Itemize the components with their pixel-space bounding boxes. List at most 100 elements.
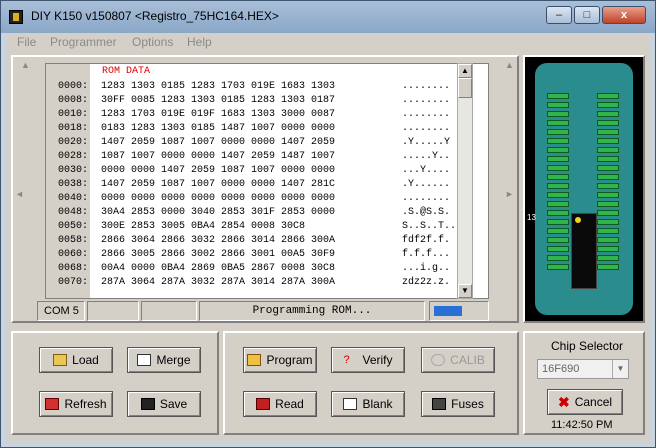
- socket-pin: [597, 210, 619, 216]
- row-address: 0010:: [57, 109, 88, 120]
- load-button[interactable]: Load: [39, 347, 113, 373]
- hex-row: 0058: 2866 3064 2866 3032 2866 3014 2866 …: [46, 234, 486, 248]
- row-address: 0048:: [57, 207, 88, 218]
- row-hex: 1407 2059 1087 1007 0000 0000 1407 2059: [101, 137, 336, 148]
- row-address: 0060:: [57, 249, 88, 260]
- row-address: 0040:: [57, 193, 88, 204]
- socket-pin: [547, 102, 569, 108]
- socket-pin: [547, 237, 569, 243]
- row-ascii: .S.@S.S.: [402, 207, 451, 218]
- fuses-icon: [432, 398, 447, 410]
- save-button[interactable]: Save: [127, 391, 201, 417]
- row-ascii: .Y......: [402, 179, 451, 190]
- arrow-right-icon: ►: [505, 189, 514, 199]
- read-button[interactable]: Read: [243, 391, 317, 417]
- rom-data-header: ROM DATA: [102, 66, 151, 77]
- row-hex: 00A4 0000 0BA4 2869 0BA5 2867 0008 30C8: [101, 263, 336, 274]
- merge-button[interactable]: Merge: [127, 347, 201, 373]
- merge-icon: [137, 354, 152, 366]
- row-hex: 30A4 2853 0000 3040 2853 301F 2853 0000: [101, 207, 336, 218]
- hex-row: 0050: 300E 2853 3005 0BA4 2854 0008 30C8 …: [46, 220, 486, 234]
- socket-pin: [547, 228, 569, 234]
- row-hex: 300E 2853 3005 0BA4 2854 0008 30C8: [101, 221, 312, 232]
- socket-pin: [547, 165, 569, 171]
- calib-button[interactable]: CALIB: [421, 347, 495, 373]
- menu-help[interactable]: Help: [187, 35, 212, 49]
- row-address: 0018:: [57, 123, 88, 134]
- chip-selector-label: Chip Selector: [551, 339, 624, 353]
- socket-pin: [597, 228, 619, 234]
- socket-panel: 13: [523, 55, 645, 323]
- cancel-button[interactable]: ✖ Cancel: [547, 389, 623, 415]
- hex-row: 0008: 30FF 0085 1283 1303 0185 1283 1303 …: [46, 94, 486, 108]
- socket-pin: [597, 219, 619, 225]
- vertical-scrollbar[interactable]: ▲ ▼: [457, 63, 473, 299]
- row-hex: 0000 0000 1407 2059 1087 1007 0000 0000: [101, 165, 336, 176]
- scroll-thumb[interactable]: [458, 78, 472, 98]
- socket-pin: [547, 210, 569, 216]
- row-ascii: ...i.g..: [402, 263, 451, 274]
- verify-button[interactable]: ? Verify: [331, 347, 405, 373]
- socket-pin: [597, 129, 619, 135]
- programmer-buttons-panel: Program ? Verify CALIB Read Blank Fuses: [223, 331, 519, 435]
- socket-pin: [547, 138, 569, 144]
- row-ascii: S..S..T..: [402, 221, 457, 232]
- row-ascii: ........: [402, 109, 451, 120]
- row-address: 0008:: [57, 95, 88, 106]
- socket-pin: [547, 183, 569, 189]
- row-hex: 287A 3064 287A 3032 287A 3014 287A 300A: [101, 277, 336, 288]
- socket-pin: [597, 255, 619, 261]
- floppy-disk-icon: [140, 398, 155, 410]
- socket-pin: [597, 174, 619, 180]
- row-address: 0058:: [57, 235, 88, 246]
- socket-pin: [597, 120, 619, 126]
- socket-pin: [597, 264, 619, 270]
- pin1-marker-icon: [575, 217, 581, 223]
- close-button[interactable]: x: [602, 6, 646, 24]
- row-hex: 1407 2059 1087 1007 0000 0000 1407 281C: [101, 179, 336, 190]
- scroll-up-button[interactable]: ▲: [458, 64, 472, 78]
- refresh-icon: [45, 398, 60, 410]
- socket-pin: [547, 255, 569, 261]
- chevron-down-icon[interactable]: ▼: [612, 360, 628, 378]
- hex-editor[interactable]: ROM DATA 0000: 1283 1303 0185 1283 1703 0…: [45, 63, 489, 299]
- pin-marker-label: 13: [527, 213, 536, 222]
- hex-row: 0048: 30A4 2853 0000 3040 2853 301F 2853 …: [46, 206, 486, 220]
- menu-programmer[interactable]: Programmer: [50, 35, 117, 49]
- socket-pin: [547, 174, 569, 180]
- row-ascii: ........: [402, 123, 451, 134]
- row-hex: 0183 1283 1303 0185 1487 1007 0000 0000: [101, 123, 336, 134]
- title-bar[interactable]: DIY K150 v150807 <Registro_75HC164.HEX> …: [1, 1, 655, 33]
- row-address: 0000:: [57, 81, 88, 92]
- chip-selector-panel: Chip Selector 16F690 ▼ ✖ Cancel 11:42:50 …: [523, 331, 645, 435]
- menu-bar: File Programmer Options Help: [7, 33, 649, 53]
- row-ascii: .Y.....Y: [402, 137, 451, 148]
- socket-pin: [547, 129, 569, 135]
- status-cell-2: [87, 301, 139, 321]
- scroll-down-button[interactable]: ▼: [458, 284, 472, 298]
- refresh-button[interactable]: Refresh: [39, 391, 113, 417]
- maximize-button[interactable]: □: [574, 6, 600, 24]
- chip-select[interactable]: 16F690 ▼: [537, 359, 629, 379]
- program-button[interactable]: Program: [243, 347, 317, 373]
- hex-row: 0040: 0000 0000 0000 0000 0000 0000 0000 …: [46, 192, 486, 206]
- socket-pin: [547, 120, 569, 126]
- row-address: 0028:: [57, 151, 88, 162]
- menu-file[interactable]: File: [17, 35, 36, 49]
- progress-fill: [434, 306, 462, 316]
- socket-pin: [597, 201, 619, 207]
- socket-pin: [547, 201, 569, 207]
- row-ascii: zdz2z.z.: [402, 277, 451, 288]
- hex-row: 0018: 0183 1283 1303 0185 1487 1007 0000 …: [46, 122, 486, 136]
- progress-bar: [429, 301, 489, 321]
- minimize-button[interactable]: –: [546, 6, 572, 24]
- row-hex: 1283 1303 0185 1283 1703 019E 1683 1303: [101, 81, 336, 92]
- blank-button[interactable]: Blank: [331, 391, 405, 417]
- socket-pin: [597, 183, 619, 189]
- hex-row: 0070: 287A 3064 287A 3032 287A 3014 287A …: [46, 276, 486, 290]
- row-hex: 30FF 0085 1283 1303 0185 1283 1303 0187: [101, 95, 336, 106]
- fuses-button[interactable]: Fuses: [421, 391, 495, 417]
- row-ascii: f.f.f...: [402, 249, 451, 260]
- socket-pin: [547, 111, 569, 117]
- menu-options[interactable]: Options: [132, 35, 173, 49]
